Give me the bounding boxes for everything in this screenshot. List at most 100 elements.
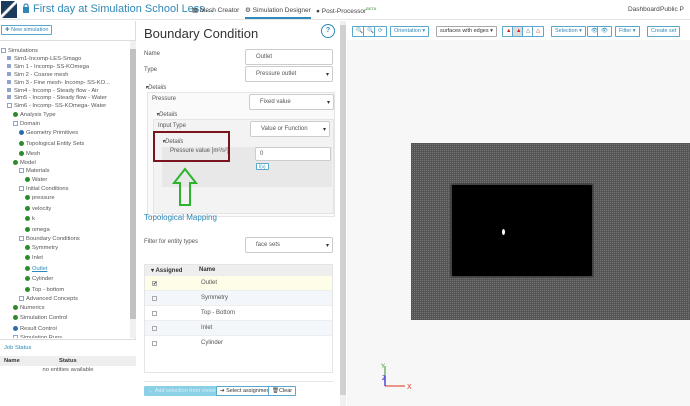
- tree-item[interactable]: Sim4 - Incomp - Steady flow - Air: [7, 88, 98, 94]
- select-value: Pressure outlet: [256, 71, 297, 77]
- col-assigned[interactable]: ▾ Assigned: [145, 267, 199, 274]
- tree-item-label: Mesh: [26, 151, 41, 157]
- tree-item[interactable]: Geometry Primitives: [19, 130, 78, 136]
- collapse-icon: [1, 48, 6, 53]
- tree-item-label: Symmetry: [32, 245, 59, 251]
- details-toggle[interactable]: ▾Details: [156, 111, 177, 118]
- boundary-condition-panel: Boundary Condition ? Name Outlet Type Pr…: [137, 21, 340, 406]
- tree-item[interactable]: velocity: [25, 206, 51, 212]
- tree-item[interactable]: Topological Entity Sets: [19, 141, 84, 147]
- tree-item[interactable]: Sim 3 - Fine mesh- Incomp- SS-KO...: [7, 80, 110, 86]
- name-input[interactable]: Outlet: [245, 49, 333, 65]
- tab-post-processor[interactable]: ● Post-ProcessorBETA: [316, 6, 376, 15]
- assigned-checkbox[interactable]: [152, 325, 157, 331]
- check-circle-icon: [13, 305, 18, 310]
- select-value: Fixed value: [260, 99, 291, 105]
- tree-item[interactable]: Water: [25, 177, 47, 183]
- axis-x-label: X: [407, 384, 412, 391]
- new-simulation-button[interactable]: ✚ New simulation: [1, 25, 53, 35]
- type-select[interactable]: Pressure outlet: [245, 66, 333, 82]
- tree-item[interactable]: Model: [13, 160, 36, 166]
- tree-item[interactable]: Sim1-Incomp-LES-Smago: [7, 56, 81, 62]
- row-name: Outlet: [201, 280, 218, 286]
- reset-view-button[interactable]: ⟳: [374, 26, 387, 37]
- divider: [144, 381, 333, 382]
- tree-item[interactable]: Result Control: [13, 326, 57, 332]
- tree-item[interactable]: Inlet: [25, 255, 43, 261]
- help-button[interactable]: ?: [321, 24, 335, 38]
- filter-dropdown[interactable]: Filter ▾: [615, 26, 640, 37]
- clear-button[interactable]: 🗑Clear: [268, 386, 297, 396]
- collapse-icon: [13, 121, 18, 126]
- input-type-select[interactable]: Value or Function: [250, 121, 330, 137]
- tree-item[interactable]: Simulation Control: [13, 315, 67, 321]
- project-title[interactable]: First day at Simulation School Less...: [33, 3, 214, 15]
- button-label: Filter: [619, 28, 632, 34]
- tree-item[interactable]: Simulation Runs: [13, 335, 62, 338]
- tree-item[interactable]: Analysis Type: [13, 112, 56, 118]
- assigned-checkbox[interactable]: [152, 340, 157, 346]
- dashboard-link[interactable]: Dashboard: [628, 6, 660, 13]
- tree-item[interactable]: Domain: [13, 121, 40, 127]
- selection-dropdown[interactable]: Selection ▾: [551, 26, 586, 37]
- public-projects-link[interactable]: Public P: [660, 6, 684, 13]
- tree-item[interactable]: Numerics: [13, 305, 44, 311]
- tree-item[interactable]: Cylinder: [25, 276, 53, 282]
- app-logo[interactable]: [1, 1, 17, 18]
- tree-item[interactable]: Sim5 - Incomp - Steady flow - Water: [7, 95, 107, 101]
- tree-item[interactable]: k: [25, 216, 35, 222]
- 3d-viewer[interactable]: Y X Z: [347, 21, 690, 406]
- select-assignment-button[interactable]: ➔ Select assignment: [216, 386, 276, 396]
- tree-item[interactable]: Sim6 - Incomp- SS-KOmega- Water: [7, 103, 106, 109]
- tree-item[interactable]: Simulations: [1, 48, 38, 54]
- toggle-label: Details: [148, 85, 167, 91]
- tree-item[interactable]: Boundary Conditions: [19, 236, 80, 242]
- tree-item[interactable]: Top - bottom: [25, 287, 64, 293]
- tree-item[interactable]: pressure: [25, 195, 55, 201]
- render-mode-select[interactable]: surfaces with edges ▾: [436, 26, 497, 37]
- assigned-checkbox[interactable]: ✔: [152, 280, 157, 286]
- tree-item[interactable]: Materials: [19, 168, 50, 174]
- details-toggle[interactable]: ▾Details: [145, 84, 166, 91]
- tree-item[interactable]: Symmetry: [25, 245, 58, 251]
- tree-item-label: Materials: [26, 168, 50, 174]
- render-points-button[interactable]: △: [532, 26, 545, 37]
- tree-item-label: Top - bottom: [32, 287, 65, 293]
- tree-item-label: Advanced Concepts: [26, 296, 78, 302]
- tree-item[interactable]: Outlet: [25, 266, 47, 272]
- table-row[interactable]: ✔ Outlet: [145, 275, 332, 290]
- table-header: ▾ Assigned Name: [145, 265, 332, 275]
- tree-item[interactable]: omega: [25, 227, 50, 233]
- create-set-button[interactable]: Create set: [647, 26, 681, 37]
- button-label: Clear: [278, 388, 293, 394]
- tree-item[interactable]: Sim 1 - Incomp- SS-KOmega: [7, 64, 89, 70]
- lock-icon: [23, 3, 29, 13]
- orientation-dropdown[interactable]: Orientation ▾: [390, 26, 430, 37]
- cylinder-region[interactable]: [450, 183, 594, 278]
- entity-filter-select[interactable]: face sets: [245, 237, 333, 253]
- tree-item-label: omega: [32, 227, 50, 233]
- tree-item[interactable]: Advanced Concepts: [19, 296, 78, 302]
- pressure-select[interactable]: Fixed value: [249, 94, 334, 110]
- tree-scrollbar[interactable]: [130, 41, 136, 338]
- selected-face-marker: [502, 229, 505, 235]
- tab-simulation-designer[interactable]: ⚙ Simulation Designer: [245, 6, 311, 19]
- simulation-icon: [7, 56, 11, 60]
- assigned-checkbox[interactable]: [152, 295, 157, 301]
- check-circle-icon: [25, 216, 30, 221]
- function-button[interactable]: f(x): [256, 163, 269, 170]
- tree-item[interactable]: Sim 2 - Coarse mesh: [7, 72, 68, 78]
- middle-scrollbar[interactable]: [340, 21, 346, 406]
- add-selection-button[interactable]: ← Add selection from viewer: [144, 386, 222, 396]
- pressure-value-input[interactable]: 0: [255, 147, 331, 161]
- tree-item[interactable]: Initial Conditions: [19, 186, 69, 192]
- tab-mesh-creator[interactable]: ▦ Mesh Creator: [192, 6, 239, 14]
- table-row[interactable]: Cylinder: [145, 335, 332, 350]
- assigned-checkbox[interactable]: [152, 310, 157, 316]
- collapse-icon: [19, 168, 24, 173]
- hide-button[interactable]: 👁: [597, 26, 612, 37]
- table-row[interactable]: Top - Bottom: [145, 305, 332, 320]
- table-row[interactable]: Inlet: [145, 320, 332, 335]
- table-row[interactable]: Symmetry: [145, 290, 332, 305]
- tree-item[interactable]: Mesh: [19, 151, 40, 157]
